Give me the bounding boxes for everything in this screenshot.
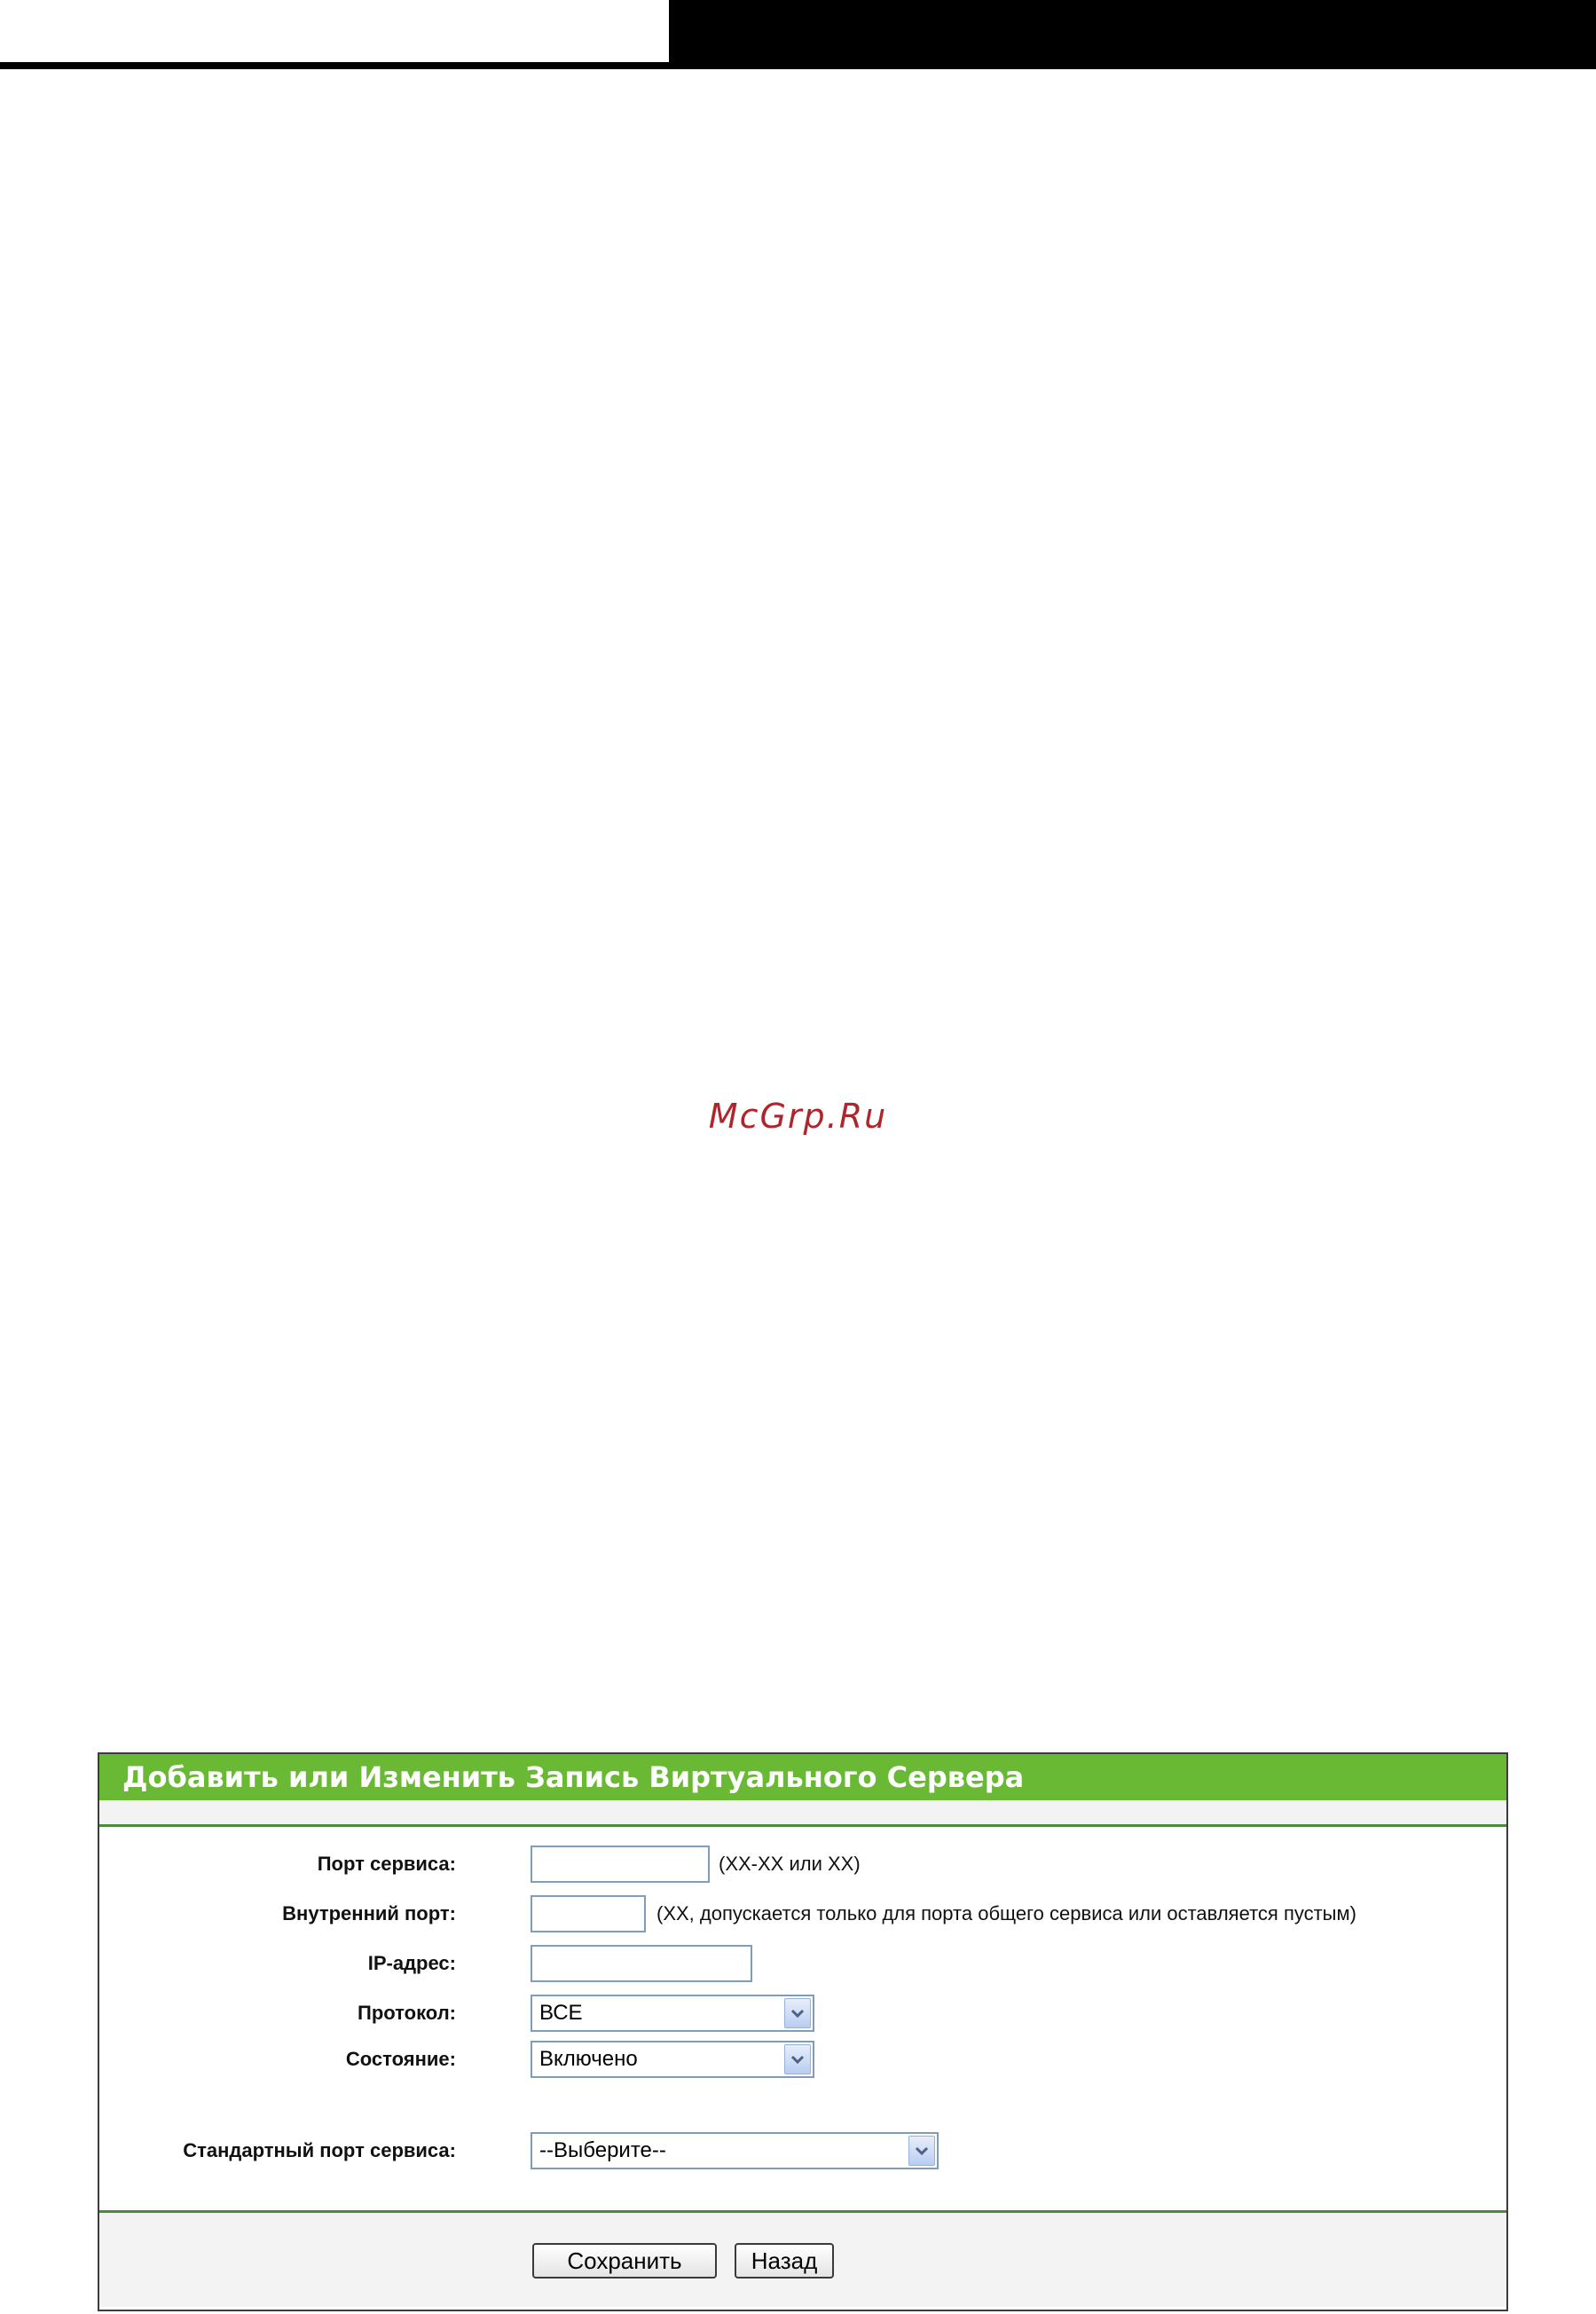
protocol-selected: ВСЕ — [539, 2001, 583, 2025]
watermark: McGrp.Ru — [708, 1097, 888, 1136]
common-service-port-label: Стандартный порт сервиса: — [183, 2139, 456, 2161]
chevron-down-icon[interactable] — [784, 1998, 811, 2028]
ip-address-label: IP-адрес: — [367, 1952, 456, 1974]
status-label: Состояние: — [345, 2048, 456, 2070]
protocol-select[interactable]: ВСЕ — [531, 1995, 814, 2032]
common-service-port-row: Стандартный порт сервиса: --Выберите-- — [99, 2132, 1506, 2169]
service-port-hint: (XX-XX или XX) — [719, 1853, 861, 1875]
ip-address-input[interactable] — [531, 1945, 752, 1982]
panel-title: Добавить или Изменить Запись Виртуальног… — [99, 1754, 1506, 1800]
protocol-row: Протокол: ВСЕ — [99, 1995, 1506, 2032]
internal-port-label: Внутренний порт: — [282, 1902, 456, 1924]
button-area: Сохранить Назад — [99, 2213, 1506, 2307]
status-select[interactable]: Включено — [531, 2041, 814, 2078]
common-service-port-selected: --Выберите-- — [539, 2138, 666, 2162]
header-rule — [0, 62, 669, 69]
service-port-input[interactable] — [531, 1846, 710, 1883]
service-port-label: Порт сервиса: — [317, 1853, 456, 1875]
chevron-down-icon[interactable] — [908, 2136, 935, 2166]
internal-port-hint: (XX, допускается только для порта общего… — [656, 1902, 1356, 1924]
header-block — [669, 0, 1596, 69]
internal-port-input[interactable] — [531, 1895, 646, 1932]
manual-page: McGrp.Ru Добавить или Изменить Запись Ви… — [0, 0, 1596, 2314]
status-selected: Включено — [539, 2047, 638, 2071]
save-button[interactable]: Сохранить — [532, 2243, 717, 2279]
internal-port-row: Внутренний порт: (XX, допускается только… — [99, 1895, 1506, 1932]
status-row: Состояние: Включено — [99, 2041, 1506, 2078]
virtual-server-panel: Добавить или Изменить Запись Виртуальног… — [98, 1752, 1508, 2311]
common-service-port-select[interactable]: --Выберите-- — [531, 2132, 939, 2169]
chevron-down-icon[interactable] — [784, 2044, 811, 2074]
back-button[interactable]: Назад — [735, 2243, 834, 2279]
protocol-label: Протокол: — [358, 2002, 456, 2024]
form-area: Порт сервиса: (XX-XX или XX) Внутренний … — [99, 1827, 1506, 2213]
ip-address-row: IP-адрес: — [99, 1945, 1506, 1982]
service-port-row: Порт сервиса: (XX-XX или XX) — [99, 1846, 1506, 1883]
panel-band — [99, 1800, 1506, 1827]
